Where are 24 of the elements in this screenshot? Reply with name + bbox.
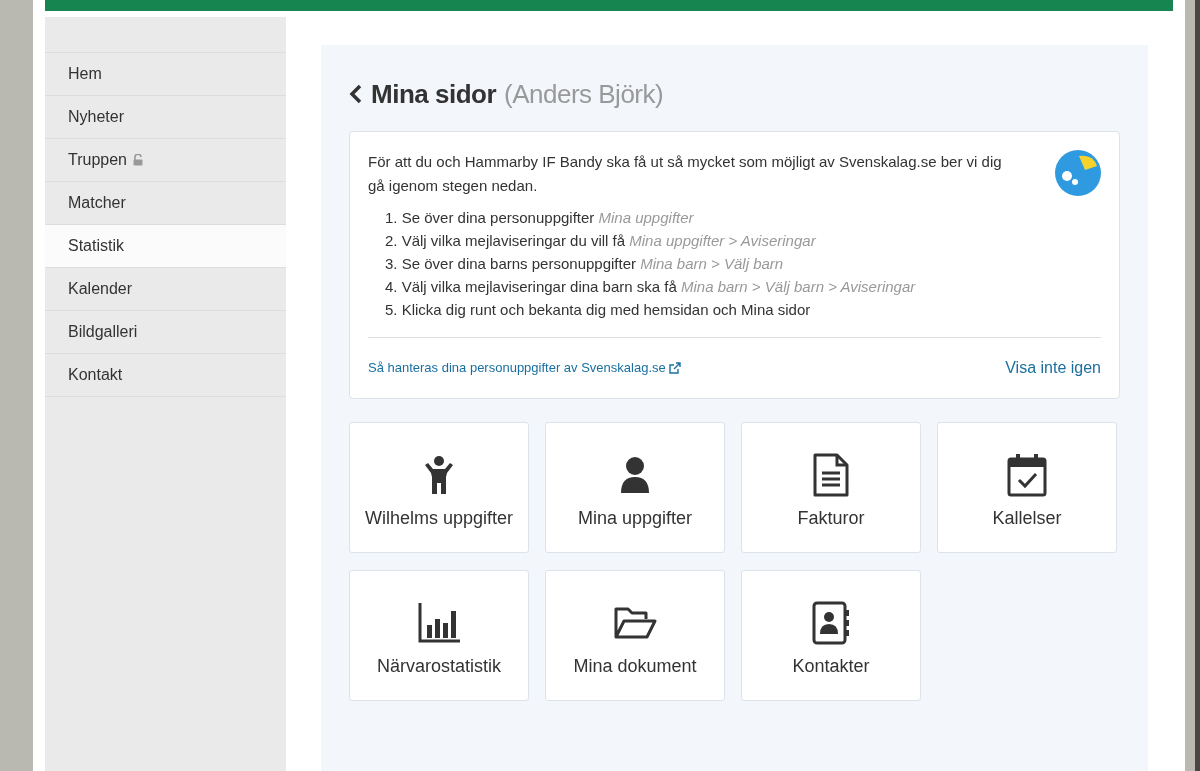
shortcut-tile[interactable]: Fakturor [741, 422, 921, 553]
privacy-link[interactable]: Så hanteras dina personuppgifter av Svenskalag.se [368, 358, 681, 378]
intro-text: För att du och Hammarby IF Bandy ska få ut så mycket som möjligt av Svenskalag.se ber vi dig gå igenom stegen nedan. [368, 152, 1003, 196]
page-title: Mina sidor [371, 77, 496, 111]
step-item: 5. Klicka dig runt och bekanta dig med hemsidan och Mina sidor [385, 300, 812, 320]
shortcut-tile[interactable]: Mina dokument [545, 570, 725, 701]
padlock-icon [133, 154, 143, 166]
shortcut-tile[interactable]: Kontakter [741, 570, 921, 701]
dismiss-link[interactable]: Visa inte igen [1005, 356, 1101, 380]
step-item: 4. Välj vilka mejlaviseringar dina barn ska få Mina barn > Välj barn > Aviseringar [385, 277, 917, 297]
shortcut-tile[interactable]: Närvarostatistik [349, 570, 529, 701]
step-item: 1. Se över dina personuppgifter Mina uppgifter [385, 208, 695, 228]
bar-chart-icon [417, 601, 461, 645]
shortcut-tile[interactable]: Kallelser [937, 422, 1117, 553]
back-chevron-icon[interactable] [349, 84, 363, 104]
external-link-icon [668, 362, 681, 374]
logo-icon [1055, 150, 1101, 196]
shortcut-tile[interactable]: Mina uppgifter [545, 422, 725, 553]
user-name: (Anders Björk) [504, 77, 664, 111]
calendar-check-icon [1005, 453, 1049, 497]
sidebar-item[interactable]: Statistik [45, 224, 286, 267]
step-item: 3. Se över dina barns personuppgifter Mina barn > Välj barn [385, 254, 785, 274]
step-item: 2. Välj vilka mejlaviseringar du vill få Mina uppgifter > Aviseringar [385, 231, 817, 251]
shortcut-tile[interactable]: Wilhelms uppgifter [349, 422, 529, 553]
